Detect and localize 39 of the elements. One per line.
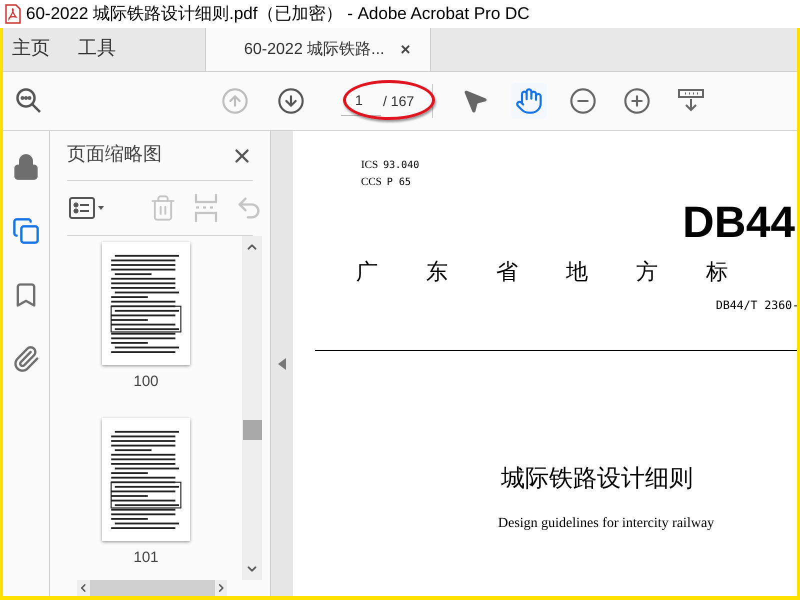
scrollbar[interactable]	[242, 236, 262, 580]
page-number-label: 101	[133, 548, 159, 568]
horizontal-scrollbar-thumb[interactable]	[90, 580, 214, 596]
page-count: / 167	[382, 92, 416, 110]
lock-icon	[12, 153, 40, 181]
collapse-arrow-icon[interactable]	[278, 358, 286, 370]
close-tab-button[interactable]: ×	[400, 36, 410, 62]
nav-tab[interactable]: 工具	[73, 28, 121, 71]
scrollbar-thumb[interactable]	[242, 420, 262, 440]
code-value: P 65	[386, 176, 411, 190]
trash-icon	[149, 194, 177, 222]
standard-number: DB44/T 2360-	[716, 297, 797, 314]
standard-heading: 广东省地方标	[356, 258, 776, 286]
horizontal-scrollbar[interactable]	[77, 580, 227, 596]
thumbnail-page[interactable]	[102, 418, 190, 540]
pdf-file-icon	[4, 4, 22, 24]
pages-icon	[12, 217, 40, 245]
standard-logo: DB44	[682, 197, 795, 249]
code-label: CCS	[361, 175, 382, 190]
list-options-icon	[69, 197, 105, 219]
fit-page-icon	[677, 88, 706, 114]
document-tab[interactable]: 60-2022 城际铁路... ×	[205, 28, 431, 71]
window-title: 60-2022 城际铁路设计细则.pdf（已加密） - Adobe Acrobat Pro DC	[26, 3, 530, 26]
zoom-in-icon	[623, 87, 652, 115]
code-label: ICS	[361, 158, 378, 173]
thumbnail-page[interactable]	[102, 242, 190, 365]
page-number-field[interactable]: 1	[341, 86, 381, 116]
insert-page-icon	[193, 193, 219, 223]
code-value: 93.040	[383, 159, 420, 173]
hand-tool-button[interactable]	[511, 83, 548, 119]
nav-tab[interactable]: 主页	[7, 28, 55, 71]
hand-tool-icon	[515, 87, 544, 115]
panel-title: 页面缩略图	[67, 143, 162, 168]
zoom-out-icon	[569, 87, 598, 115]
paperclip-icon	[12, 345, 40, 373]
document-subtitle: Design guidelines for intercity railway	[498, 515, 716, 534]
thumbnail-options-button[interactable]	[67, 197, 107, 219]
document-title: 城际铁路设计细则	[501, 464, 694, 494]
page-number-label: 100	[133, 372, 159, 392]
